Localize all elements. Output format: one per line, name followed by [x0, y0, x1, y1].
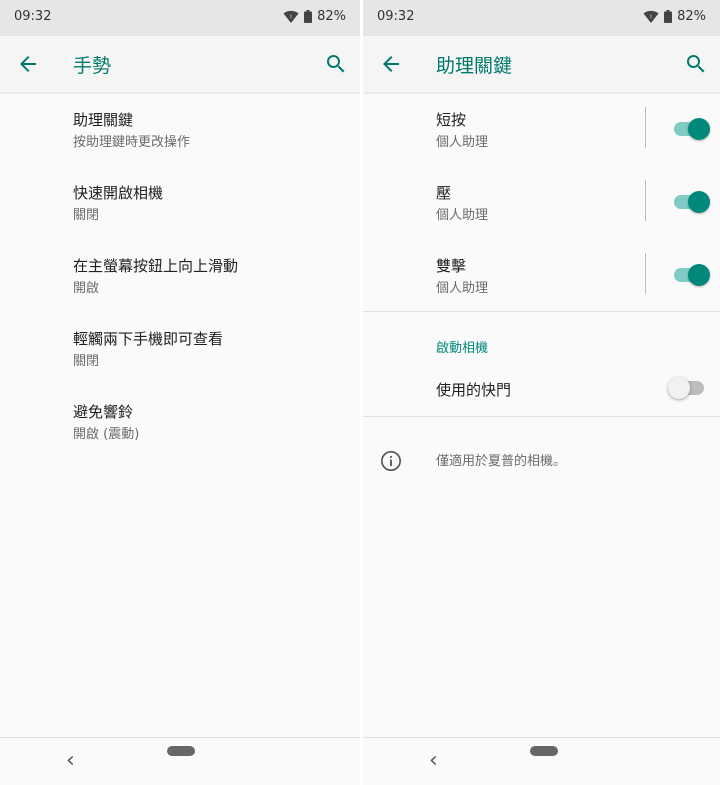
- pref-double-tap-check[interactable]: 輕觸兩下手機即可查看 關閉: [0, 311, 360, 384]
- item-divider: [645, 107, 646, 148]
- pref-quick-camera[interactable]: 快速開啟相機 關閉: [0, 165, 360, 238]
- pref-title: 在主螢幕按鈕上向上滑動: [73, 257, 239, 275]
- page-title: 手勢: [73, 55, 112, 77]
- status-icons: ! 82%: [283, 9, 346, 24]
- toggle-thumb: [668, 377, 690, 399]
- item-divider: [645, 253, 646, 294]
- arrow-back-icon[interactable]: [16, 52, 40, 76]
- category-header: 啟動相機: [363, 312, 720, 356]
- pref-title: 快速開啟相機: [73, 184, 164, 202]
- battery-percent: 82%: [317, 9, 346, 24]
- assist-key-list: 短按 個人助理 壓 個人助理 雙擊 個人助理 啟動相機 使用的快門 僅適用於夏普…: [363, 92, 720, 503]
- gestures-screen: 09:32 ! 82% 手勢 助理關鍵 按助理鍵時更改操作 快速開啟相機 關閉 …: [0, 0, 360, 785]
- gesture-list: 助理關鍵 按助理鍵時更改操作 快速開啟相機 關閉 在主螢幕按鈕上向上滑動 開啟 …: [0, 92, 360, 457]
- pref-subtitle: 按助理鍵時更改操作: [73, 135, 191, 150]
- svg-text:!: !: [290, 14, 292, 21]
- nav-back-icon[interactable]: ‹: [66, 750, 75, 772]
- category-label: 啟動相機: [436, 341, 489, 356]
- pref-title: 使用的快門: [436, 381, 512, 399]
- wifi-icon: !: [643, 10, 659, 23]
- nav-home-pill[interactable]: [530, 746, 558, 756]
- pref-title: 雙擊: [436, 257, 467, 275]
- pref-subtitle: 開啟 (震動): [73, 427, 140, 442]
- nav-back-icon[interactable]: ‹: [429, 750, 438, 772]
- pref-subtitle: 個人助理: [436, 281, 489, 296]
- svg-text:!: !: [650, 14, 652, 21]
- pref-title: 短按: [436, 111, 467, 129]
- page-title: 助理關鍵: [436, 55, 513, 77]
- pref-subtitle: 開啟: [73, 281, 100, 296]
- pref-title: 助理關鍵: [73, 111, 134, 129]
- pref-long-press[interactable]: 壓 個人助理: [363, 165, 720, 238]
- search-icon[interactable]: [324, 52, 348, 76]
- double-press-toggle[interactable]: [672, 264, 710, 286]
- battery-icon: [664, 10, 673, 23]
- status-time: 09:32: [14, 9, 52, 24]
- pref-swipe-up-home[interactable]: 在主螢幕按鈕上向上滑動 開啟: [0, 238, 360, 311]
- battery-percent: 82%: [677, 9, 706, 24]
- shutter-toggle[interactable]: [668, 377, 706, 399]
- pref-subtitle: 個人助理: [436, 208, 489, 223]
- nav-home-pill[interactable]: [167, 746, 195, 756]
- long-press-toggle[interactable]: [672, 191, 710, 213]
- pref-subtitle: 個人助理: [436, 135, 489, 150]
- pref-use-shutter[interactable]: 使用的快門: [363, 360, 720, 416]
- navigation-bar: ‹: [363, 737, 720, 785]
- navigation-bar: ‹: [0, 737, 360, 785]
- search-icon[interactable]: [684, 52, 708, 76]
- pref-assist-key[interactable]: 助理關鍵 按助理鍵時更改操作: [0, 92, 360, 165]
- pref-title: 壓: [436, 184, 452, 202]
- pref-short-press[interactable]: 短按 個人助理: [363, 92, 720, 165]
- wifi-icon: !: [283, 10, 299, 23]
- short-press-toggle[interactable]: [672, 118, 710, 140]
- app-bar: 助理關鍵: [363, 36, 720, 92]
- status-bar: 09:32 ! 82%: [0, 0, 360, 36]
- status-time: 09:32: [377, 9, 415, 24]
- pref-prevent-ringing[interactable]: 避免響鈴 開啟 (震動): [0, 384, 360, 457]
- toggle-thumb: [688, 191, 710, 213]
- toggle-thumb: [688, 264, 710, 286]
- arrow-back-icon[interactable]: [379, 52, 403, 76]
- pref-subtitle: 關閉: [73, 354, 100, 369]
- pref-title: 避免響鈴: [73, 403, 134, 421]
- footer-info: 僅適用於夏普的相機。: [363, 417, 720, 503]
- info-icon: [381, 451, 401, 471]
- toggle-thumb: [688, 118, 710, 140]
- item-divider: [645, 180, 646, 221]
- assist-key-screen: 09:32 ! 82% 助理關鍵 短按 個人助理 壓 個人助理 雙擊 個人助理: [363, 0, 720, 785]
- pref-title: 輕觸兩下手機即可查看: [73, 330, 224, 348]
- status-icons: ! 82%: [643, 9, 706, 24]
- app-bar: 手勢: [0, 36, 360, 92]
- info-text: 僅適用於夏普的相機。: [436, 454, 567, 469]
- pref-double-press[interactable]: 雙擊 個人助理: [363, 238, 720, 311]
- pref-subtitle: 關閉: [73, 208, 100, 223]
- battery-icon: [304, 10, 313, 23]
- status-bar: 09:32 ! 82%: [363, 0, 720, 36]
